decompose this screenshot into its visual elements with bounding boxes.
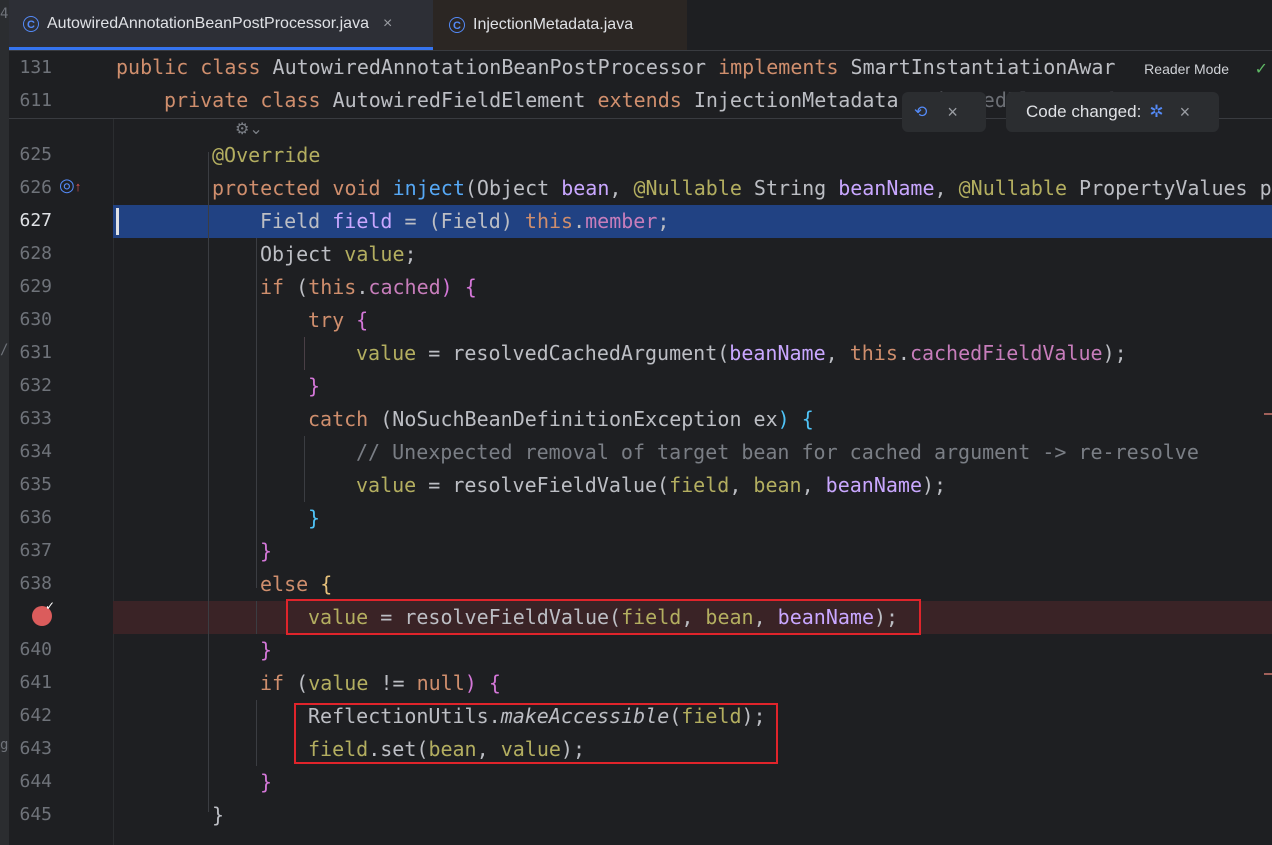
left-tool-strip: 4 / g (0, 0, 9, 845)
line-number: 634 (19, 441, 52, 462)
ide-window: 4 / g C AutowiredAnnotationBeanPostProce… (0, 0, 1272, 845)
line-number: 645 (19, 804, 52, 825)
tab-injection-metadata[interactable]: C InjectionMetadata.java (433, 0, 687, 50)
code-line-629[interactable]: if (this.cached) { (260, 271, 477, 304)
code-editor[interactable]: ⚙︎⌄ ◎↑ ✓ 625 626 627 628 629 630 631 632… (9, 119, 1272, 845)
line-number: 626 (19, 177, 52, 198)
indent-guide (304, 436, 305, 502)
indent-guide (304, 337, 305, 370)
code-line-631[interactable]: value = resolvedCachedArgument(beanName,… (356, 337, 1127, 370)
text-caret (116, 208, 119, 235)
code-line-644[interactable]: } (260, 766, 272, 799)
code-line-645[interactable]: } (212, 799, 224, 832)
reader-mode-area: Reader Mode ✓ (1122, 51, 1272, 84)
line-number-current: 627 (19, 210, 52, 231)
line-number: 629 (19, 276, 52, 297)
popup-close-icon[interactable]: × (1180, 102, 1191, 123)
editor-tab-bar: C AutowiredAnnotationBeanPostProcessor.j… (9, 0, 1272, 51)
indent-guide (256, 601, 257, 634)
line-number: 635 (19, 474, 52, 495)
code-line-628[interactable]: Object value; (260, 238, 417, 271)
breakpoint-check-icon: ✓ (45, 599, 56, 613)
code-line-630[interactable]: try { (308, 304, 368, 337)
line-number: 637 (19, 540, 52, 561)
code-line-634[interactable]: // Unexpected removal of target bean for… (356, 436, 1199, 469)
indent-guide (256, 238, 257, 588)
annotation-box-reflection (294, 703, 778, 764)
line-number: 640 (19, 639, 52, 660)
code-line-635[interactable]: value = resolveFieldValue(field, bean, b… (356, 469, 946, 502)
annotation-box-resolve (286, 599, 921, 635)
scrollbar-marker (1264, 673, 1272, 675)
line-number: 611 (19, 90, 52, 111)
strip-char: 4 (0, 6, 9, 22)
line-number: 131 (19, 57, 52, 78)
line-number: 638 (19, 573, 52, 594)
code-changed-label: Code changed: (1026, 102, 1142, 121)
tab-close-icon[interactable]: × (383, 15, 392, 33)
indent-guide (256, 700, 257, 766)
strip-char: / (0, 342, 9, 358)
tab-autowired-annotation[interactable]: C AutowiredAnnotationBeanPostProcessor.j… (9, 0, 433, 50)
line-number: 643 (19, 738, 52, 759)
line-number: 644 (19, 771, 52, 792)
scrollbar-marker (1264, 413, 1272, 415)
inlay-hint-icon[interactable]: ⚙︎⌄ (235, 119, 263, 139)
code-changed-popup: Code changed: ✲ × (1006, 92, 1219, 132)
line-number: 636 (19, 507, 52, 528)
check-icon: ✓ (1254, 61, 1268, 78)
override-icon[interactable]: ◎↑ (59, 175, 81, 196)
line-number: 630 (19, 309, 52, 330)
line-number: 625 (19, 144, 52, 165)
strip-char: g (0, 737, 9, 753)
reader-mode-button[interactable]: Reader Mode (1144, 61, 1229, 77)
code-line-641[interactable]: if (value != null) { (260, 667, 501, 700)
code-line-640[interactable]: } (260, 634, 272, 667)
tab-label: InjectionMetadata.java (473, 16, 634, 33)
line-number: 628 (19, 243, 52, 264)
class-c-icon: C (449, 17, 465, 33)
class-c-icon: C (23, 15, 39, 32)
indent-guide (208, 152, 209, 812)
line-number: 631 (19, 342, 52, 363)
line-number: 642 (19, 705, 52, 726)
code-line-637[interactable]: } (260, 535, 272, 568)
debug-reload-icon[interactable]: ✲ (1149, 102, 1163, 122)
code-line-627[interactable]: Field field = (Field) this.member; (260, 205, 669, 238)
code-line-636[interactable]: } (308, 502, 320, 535)
code-line-638[interactable]: else { (260, 568, 332, 601)
tab-label: AutowiredAnnotationBeanPostProcessor.jav… (47, 14, 369, 32)
code-line-626[interactable]: protected void inject(Object bean, @Null… (212, 172, 1272, 205)
line-number: 633 (19, 408, 52, 429)
sticky-line-131[interactable]: public class AutowiredAnnotationBeanPost… (116, 51, 1115, 84)
code-line-633[interactable]: catch (NoSuchBeanDefinitionException ex)… (308, 403, 814, 436)
code-line-625[interactable]: @Override (212, 139, 320, 172)
line-number: 632 (19, 375, 52, 396)
debug-reload-icon[interactable]: ⟲ (914, 102, 927, 122)
hint-popup[interactable]: ⟲ × (902, 92, 986, 132)
code-line-632[interactable]: } (308, 370, 320, 403)
line-number: 641 (19, 672, 52, 693)
hint-close-icon[interactable]: × (947, 102, 958, 123)
